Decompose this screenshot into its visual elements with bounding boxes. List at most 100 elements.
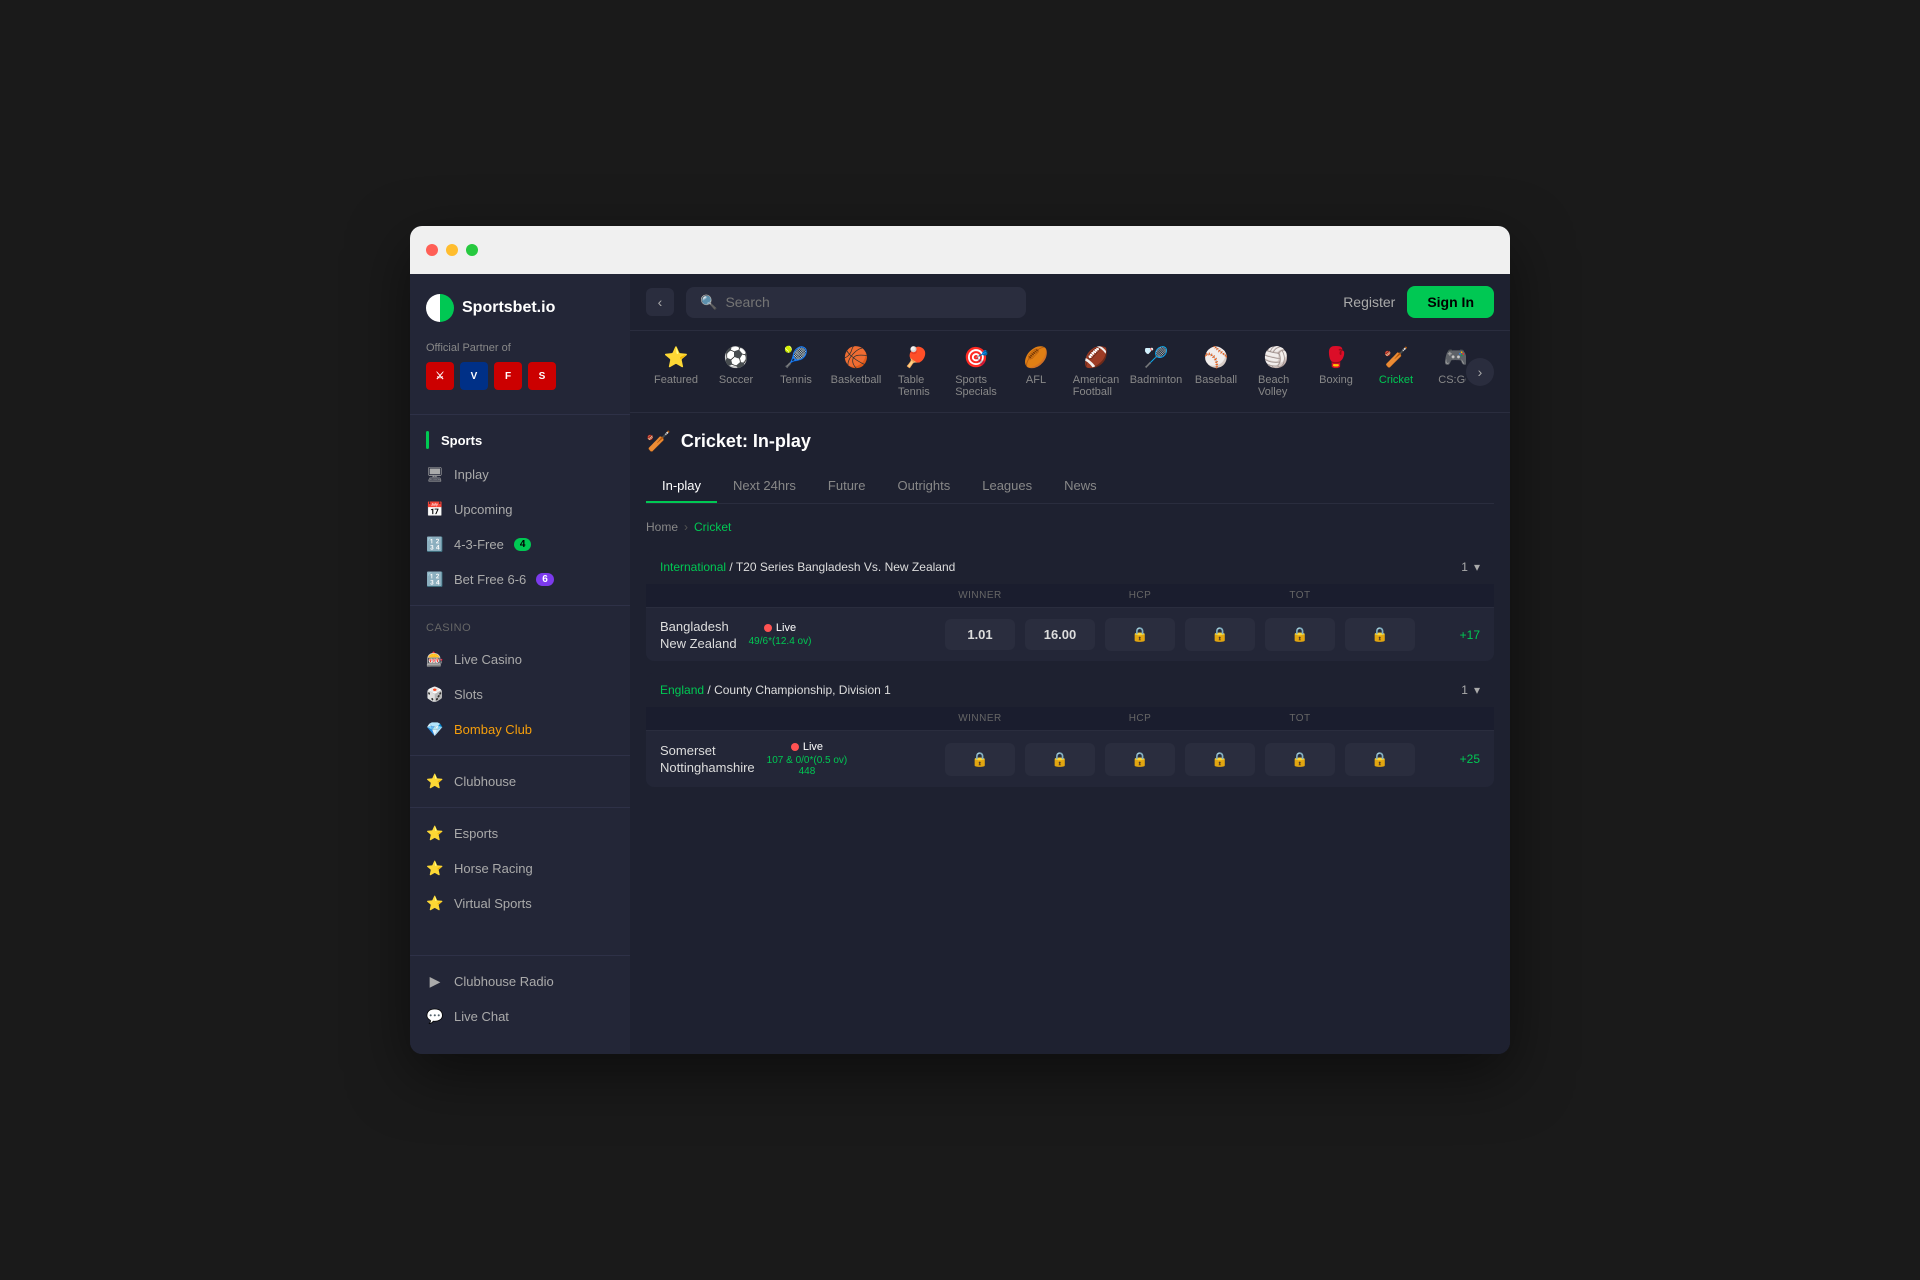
odds-header-blank-2 (660, 713, 940, 724)
tab-tennis[interactable]: 🎾 Tennis (766, 339, 826, 404)
odds-team1-btn[interactable]: 1.01 (945, 619, 1015, 650)
beach-volley-icon: 🏐 (1264, 345, 1289, 370)
tab-badminton[interactable]: 🏸 Badminton (1126, 339, 1186, 404)
betfree-icon: 🔢 (426, 571, 444, 588)
odds-lock-3[interactable]: 🔒 (1265, 618, 1335, 651)
live-chat-icon: 💬 (426, 1008, 444, 1025)
odds-lock-1[interactable]: 🔒 (1105, 618, 1175, 651)
sidebar-item-upcoming[interactable]: 📅 Upcoming (410, 492, 630, 527)
collapse-button[interactable]: ‹ (646, 288, 674, 316)
slots-label: Slots (454, 687, 483, 702)
register-button[interactable]: Register (1343, 294, 1395, 310)
sports-label: Sports (441, 433, 482, 448)
badminton-label: Badminton (1130, 374, 1183, 386)
sidebar-item-inplay[interactable]: 🖥 Inplay (410, 457, 630, 492)
basketball-label: Basketball (831, 374, 882, 386)
clubhouse-icon: ⭐ (426, 773, 444, 790)
odds-lock-2-1[interactable]: 🔒 (945, 743, 1015, 776)
sidebar-item-433free[interactable]: 🔢 4-3-Free 4 (410, 527, 630, 562)
content-tab-leagues[interactable]: Leagues (966, 470, 1048, 503)
odds-lock-2-5[interactable]: 🔒 (1265, 743, 1335, 776)
live-casino-label: Live Casino (454, 652, 522, 667)
tab-featured[interactable]: ⭐ Featured (646, 339, 706, 404)
odds-draw-btn[interactable]: 16.00 (1025, 619, 1095, 650)
american-football-label: American Football (1073, 374, 1119, 398)
tab-basketball[interactable]: 🏀 Basketball (826, 339, 886, 404)
tab-afl[interactable]: 🏉 AFL (1006, 339, 1066, 404)
odds-header-winner-label-1: WINNER (940, 590, 1020, 601)
live-chat-label: Live Chat (454, 1009, 509, 1024)
esports-label: Esports (454, 826, 498, 841)
partner-logo-1: ⚔ (426, 362, 454, 390)
breadcrumb-separator: › (684, 520, 688, 534)
odds-lock-2-2[interactable]: 🔒 (1025, 743, 1095, 776)
sidebar-item-slots[interactable]: 🎲 Slots (410, 677, 630, 712)
more-odds-1[interactable]: +17 (1420, 628, 1480, 642)
sidebar-item-live-casino[interactable]: 🎰 Live Casino (410, 642, 630, 677)
content-area: 🏏 Cricket: In-play In-play Next 24hrs Fu… (630, 413, 1510, 815)
afl-icon: 🏉 (1024, 345, 1049, 370)
content-tab-outrights[interactable]: Outrights (881, 470, 966, 503)
cricket-icon: 🏏 (1384, 345, 1409, 370)
sidebar-item-clubhouse[interactable]: ⭐ Clubhouse (410, 764, 630, 799)
sidebar-item-virtual-sports[interactable]: ⭐ Virtual Sports (410, 886, 630, 921)
433free-badge: 4 (514, 538, 532, 551)
partner-logo-4: S (528, 362, 556, 390)
logo-area: Sportsbet.io (410, 294, 630, 342)
tab-table-tennis[interactable]: 🏓 Table Tennis (886, 339, 946, 404)
sidebar: Sportsbet.io Official Partner of ⚔ V F S… (410, 274, 630, 1054)
live-info-2: Live 107 & 0/0*(0.5 ov) 448 (767, 741, 848, 777)
odds-lock-2[interactable]: 🔒 (1185, 618, 1255, 651)
tennis-label: Tennis (780, 374, 812, 386)
tab-sports-specials[interactable]: 🎯 Sports Specials (946, 339, 1006, 404)
expand-dot (466, 244, 478, 256)
odds-lock-2-6[interactable]: 🔒 (1345, 743, 1415, 776)
odds-lock-2-3[interactable]: 🔒 (1105, 743, 1175, 776)
odds-lock-2-4[interactable]: 🔒 (1185, 743, 1255, 776)
sidebar-item-live-chat[interactable]: 💬 Live Chat (410, 999, 630, 1034)
odds-header-tot-label-1: TOT (1260, 590, 1340, 601)
tab-baseball[interactable]: ⚾ Baseball (1186, 339, 1246, 404)
tab-cricket[interactable]: 🏏 Cricket (1366, 339, 1426, 404)
match-group-2: England / County Championship, Division … (646, 673, 1494, 787)
odds-header-hcp-2b (1180, 713, 1260, 724)
content-tab-news[interactable]: News (1048, 470, 1113, 503)
tab-beach-volley[interactable]: 🏐 Beach Volley (1246, 339, 1306, 404)
competition-country-1[interactable]: International (660, 560, 726, 574)
content-tab-future[interactable]: Future (812, 470, 882, 503)
sidebar-item-horse-racing[interactable]: ⭐ Horse Racing (410, 851, 630, 886)
search-box: 🔍 (686, 287, 1026, 318)
app-container: Sportsbet.io Official Partner of ⚔ V F S… (410, 274, 1510, 1054)
score2-2: 448 (799, 766, 816, 777)
tabs-next-arrow[interactable]: › (1466, 358, 1494, 386)
sidebar-item-betfree[interactable]: 🔢 Bet Free 6-6 6 (410, 562, 630, 597)
match-group-title-2: England / County Championship, Division … (660, 683, 891, 697)
sports-specials-label: Sports Specials (955, 374, 997, 398)
clubhouse-label: Clubhouse (454, 774, 516, 789)
tab-boxing[interactable]: 🥊 Boxing (1306, 339, 1366, 404)
search-input[interactable] (725, 294, 1012, 310)
slots-icon: 🎲 (426, 686, 444, 703)
signin-button[interactable]: Sign In (1407, 286, 1494, 318)
tab-csgo[interactable]: 🎮 CS:GO (1426, 339, 1466, 404)
tab-american-football[interactable]: 🏈 American Football (1066, 339, 1126, 404)
clubhouse-radio-icon: ▶ (426, 973, 444, 990)
competition-country-2[interactable]: England (660, 683, 704, 697)
odds-lock-4[interactable]: 🔒 (1345, 618, 1415, 651)
sidebar-item-clubhouse-radio[interactable]: ▶ Clubhouse Radio (410, 964, 630, 999)
virtual-sports-icon: ⭐ (426, 895, 444, 912)
live-indicator-2: Live (791, 741, 823, 753)
sidebar-item-esports[interactable]: ⭐ Esports (410, 816, 630, 851)
content-tab-next24hrs[interactable]: Next 24hrs (717, 470, 812, 503)
content-tabs: In-play Next 24hrs Future Outrights Leag… (646, 470, 1494, 504)
sidebar-item-bombay[interactable]: 💎 Bombay Club (410, 712, 630, 747)
content-tab-inplay[interactable]: In-play (646, 470, 717, 503)
badminton-icon: 🏸 (1144, 345, 1169, 370)
partner-label: Official Partner of (426, 342, 614, 354)
tab-soccer[interactable]: ⚽ Soccer (706, 339, 766, 404)
bombay-label: Bombay Club (454, 722, 532, 737)
more-odds-2[interactable]: +25 (1420, 752, 1480, 766)
breadcrumb-home[interactable]: Home (646, 520, 678, 534)
divider-2 (410, 605, 630, 606)
odds-header-hcp-2a: HCP (1100, 713, 1180, 724)
